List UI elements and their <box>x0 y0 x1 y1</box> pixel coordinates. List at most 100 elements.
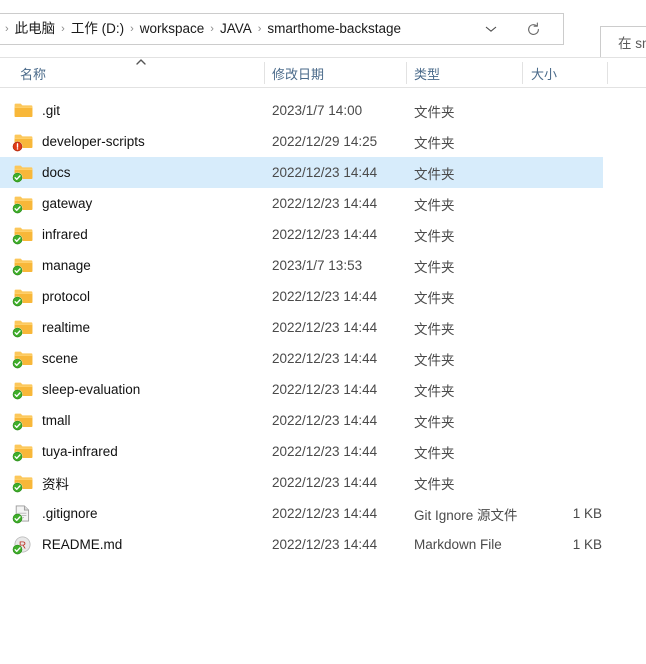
breadcrumb-item-4[interactable]: JAVA <box>220 22 252 36</box>
cell-date-modified: 2022/12/23 14:44 <box>272 196 378 211</box>
refresh-button[interactable] <box>519 14 547 44</box>
breadcrumb-separator: › <box>210 22 214 35</box>
cell-date-modified: 2022/12/23 14:44 <box>272 165 378 180</box>
cell-size <box>502 188 602 219</box>
cell-date-modified: 2022/12/23 14:44 <box>272 382 378 397</box>
table-row[interactable]: realtime 2022/12/23 14:44 文件夹 <box>0 312 646 343</box>
cell-size <box>502 219 602 250</box>
file-name-label: gateway <box>42 196 93 211</box>
cell-type: 文件夹 <box>414 104 455 120</box>
navigation-bar: › 此电脑 › 工作 (D:) › workspace › JAVA › smarthome-ba… <box>0 13 646 58</box>
cell-size <box>502 436 602 467</box>
search-input-placeholder: 在 smarthome-backstage 中搜索 <box>618 36 646 51</box>
cell-date-modified: 2022/12/23 14:44 <box>272 413 378 428</box>
cell-name[interactable]: tuya-infrared <box>12 436 118 467</box>
markdown-file-icon: R <box>12 536 33 555</box>
table-row[interactable]: 资料 2022/12/23 14:44 文件夹 <box>0 467 646 498</box>
table-row[interactable]: .gitignore 2022/12/23 14:44 Git Ignore 源文件… <box>0 498 646 529</box>
git-normal-green-badge-icon <box>12 358 23 369</box>
column-header-type[interactable]: 类型 <box>414 58 440 88</box>
column-header-name[interactable]: 名称 <box>20 58 46 88</box>
file-explorer-window: › 此电脑 › 工作 (D:) › workspace › JAVA › smarthome-ba… <box>0 0 646 664</box>
cell-date-modified: 2022/12/29 14:25 <box>272 134 378 149</box>
cell-type: 文件夹 <box>414 166 455 182</box>
table-row[interactable]: docs 2022/12/23 14:44 文件夹 <box>0 157 646 188</box>
column-divider[interactable] <box>522 62 523 84</box>
file-name-label: tuya-infrared <box>42 444 118 459</box>
column-header-size[interactable]: 大小 <box>531 58 557 88</box>
address-bar[interactable]: › 此电脑 › 工作 (D:) › workspace › JAVA › smarthome-ba… <box>0 13 564 45</box>
column-divider[interactable] <box>607 62 608 84</box>
folder-icon <box>12 164 33 183</box>
cell-name[interactable]: realtime <box>12 312 90 343</box>
table-row[interactable]: protocol 2022/12/23 14:44 文件夹 <box>0 281 646 312</box>
cell-name[interactable]: docs <box>12 157 71 188</box>
cell-type: 文件夹 <box>414 445 455 461</box>
folder-icon <box>12 195 33 214</box>
file-name-label: docs <box>42 165 71 180</box>
breadcrumb-item-5[interactable]: smarthome-backstage <box>267 22 401 36</box>
cell-name[interactable]: gateway <box>12 188 93 219</box>
cell-name[interactable]: .gitignore <box>12 498 98 529</box>
refresh-icon <box>527 21 539 35</box>
column-divider[interactable] <box>406 62 407 84</box>
column-header-row: 名称 修改日期 类型 大小 <box>0 57 646 88</box>
table-row[interactable]: .git 2023/1/7 14:00 文件夹 <box>0 95 646 126</box>
table-row[interactable]: scene 2022/12/23 14:44 文件夹 <box>0 343 646 374</box>
cell-type: 文件夹 <box>414 259 455 275</box>
file-name-label: protocol <box>42 289 91 304</box>
cell-name[interactable]: 资料 <box>12 467 69 498</box>
cell-type: Markdown File <box>414 537 502 552</box>
git-modified-red-badge-icon <box>12 141 23 152</box>
table-row[interactable]: R README.md 2022/12/23 14:44 Markdown File 1… <box>0 529 646 560</box>
document-icon <box>12 505 33 524</box>
table-row[interactable]: tuya-infrared 2022/12/23 14:44 文件夹 <box>0 436 646 467</box>
folder-icon <box>12 288 33 307</box>
folder-icon <box>12 381 33 400</box>
folder-icon <box>12 412 33 431</box>
git-normal-green-badge-icon <box>12 296 23 307</box>
cell-date-modified: 2023/1/7 13:53 <box>272 258 363 273</box>
cell-type: 文件夹 <box>414 135 455 151</box>
git-normal-green-badge-icon <box>12 234 23 245</box>
breadcrumb-dropdown-button[interactable] <box>477 14 505 44</box>
cell-name[interactable]: R README.md <box>12 529 122 560</box>
cell-name[interactable]: developer-scripts <box>12 126 145 157</box>
cell-date-modified: 2022/12/23 14:44 <box>272 227 378 242</box>
cell-type: 文件夹 <box>414 352 455 368</box>
cell-date-modified: 2022/12/23 14:44 <box>272 537 378 552</box>
cell-name[interactable]: .git <box>14 95 60 126</box>
cell-name[interactable]: sleep-evaluation <box>12 374 140 405</box>
search-box[interactable]: 在 smarthome-backstage 中搜索 <box>600 26 646 58</box>
table-row[interactable]: manage 2023/1/7 13:53 文件夹 <box>0 250 646 281</box>
cell-size <box>502 95 602 126</box>
cell-size <box>502 467 602 498</box>
folder-icon <box>12 474 33 493</box>
table-row[interactable]: infrared 2022/12/23 14:44 文件夹 <box>0 219 646 250</box>
breadcrumb-item-3[interactable]: workspace <box>140 22 205 36</box>
cell-name[interactable]: scene <box>12 343 78 374</box>
cell-size <box>502 250 602 281</box>
git-normal-green-badge-icon <box>12 265 23 276</box>
git-normal-green-badge-icon <box>12 513 23 524</box>
file-list[interactable]: .git 2023/1/7 14:00 文件夹 developer-scripts 20… <box>0 95 646 560</box>
cell-name[interactable]: manage <box>12 250 91 281</box>
table-row[interactable]: sleep-evaluation 2022/12/23 14:44 文件夹 <box>0 374 646 405</box>
breadcrumb-separator: › <box>257 22 262 35</box>
breadcrumb-item-1[interactable]: 此电脑 <box>15 22 56 36</box>
column-header-date-modified[interactable]: 修改日期 <box>272 58 324 88</box>
cell-name[interactable]: infrared <box>12 219 88 250</box>
cell-name[interactable]: tmall <box>12 405 71 436</box>
column-divider[interactable] <box>264 62 265 84</box>
cell-size: 1 KB <box>572 506 602 521</box>
cell-size <box>502 343 602 374</box>
table-row[interactable]: tmall 2022/12/23 14:44 文件夹 <box>0 405 646 436</box>
cell-date-modified: 2022/12/23 14:44 <box>272 475 378 490</box>
cell-name[interactable]: protocol <box>12 281 91 312</box>
table-row[interactable]: gateway 2022/12/23 14:44 文件夹 <box>0 188 646 219</box>
breadcrumb-item-2[interactable]: 工作 (D:) <box>71 22 124 36</box>
breadcrumb-separator: › <box>5 22 9 35</box>
cell-type: 文件夹 <box>414 383 455 399</box>
chevron-down-icon <box>485 26 497 32</box>
table-row[interactable]: developer-scripts 2022/12/29 14:25 文件夹 <box>0 126 646 157</box>
